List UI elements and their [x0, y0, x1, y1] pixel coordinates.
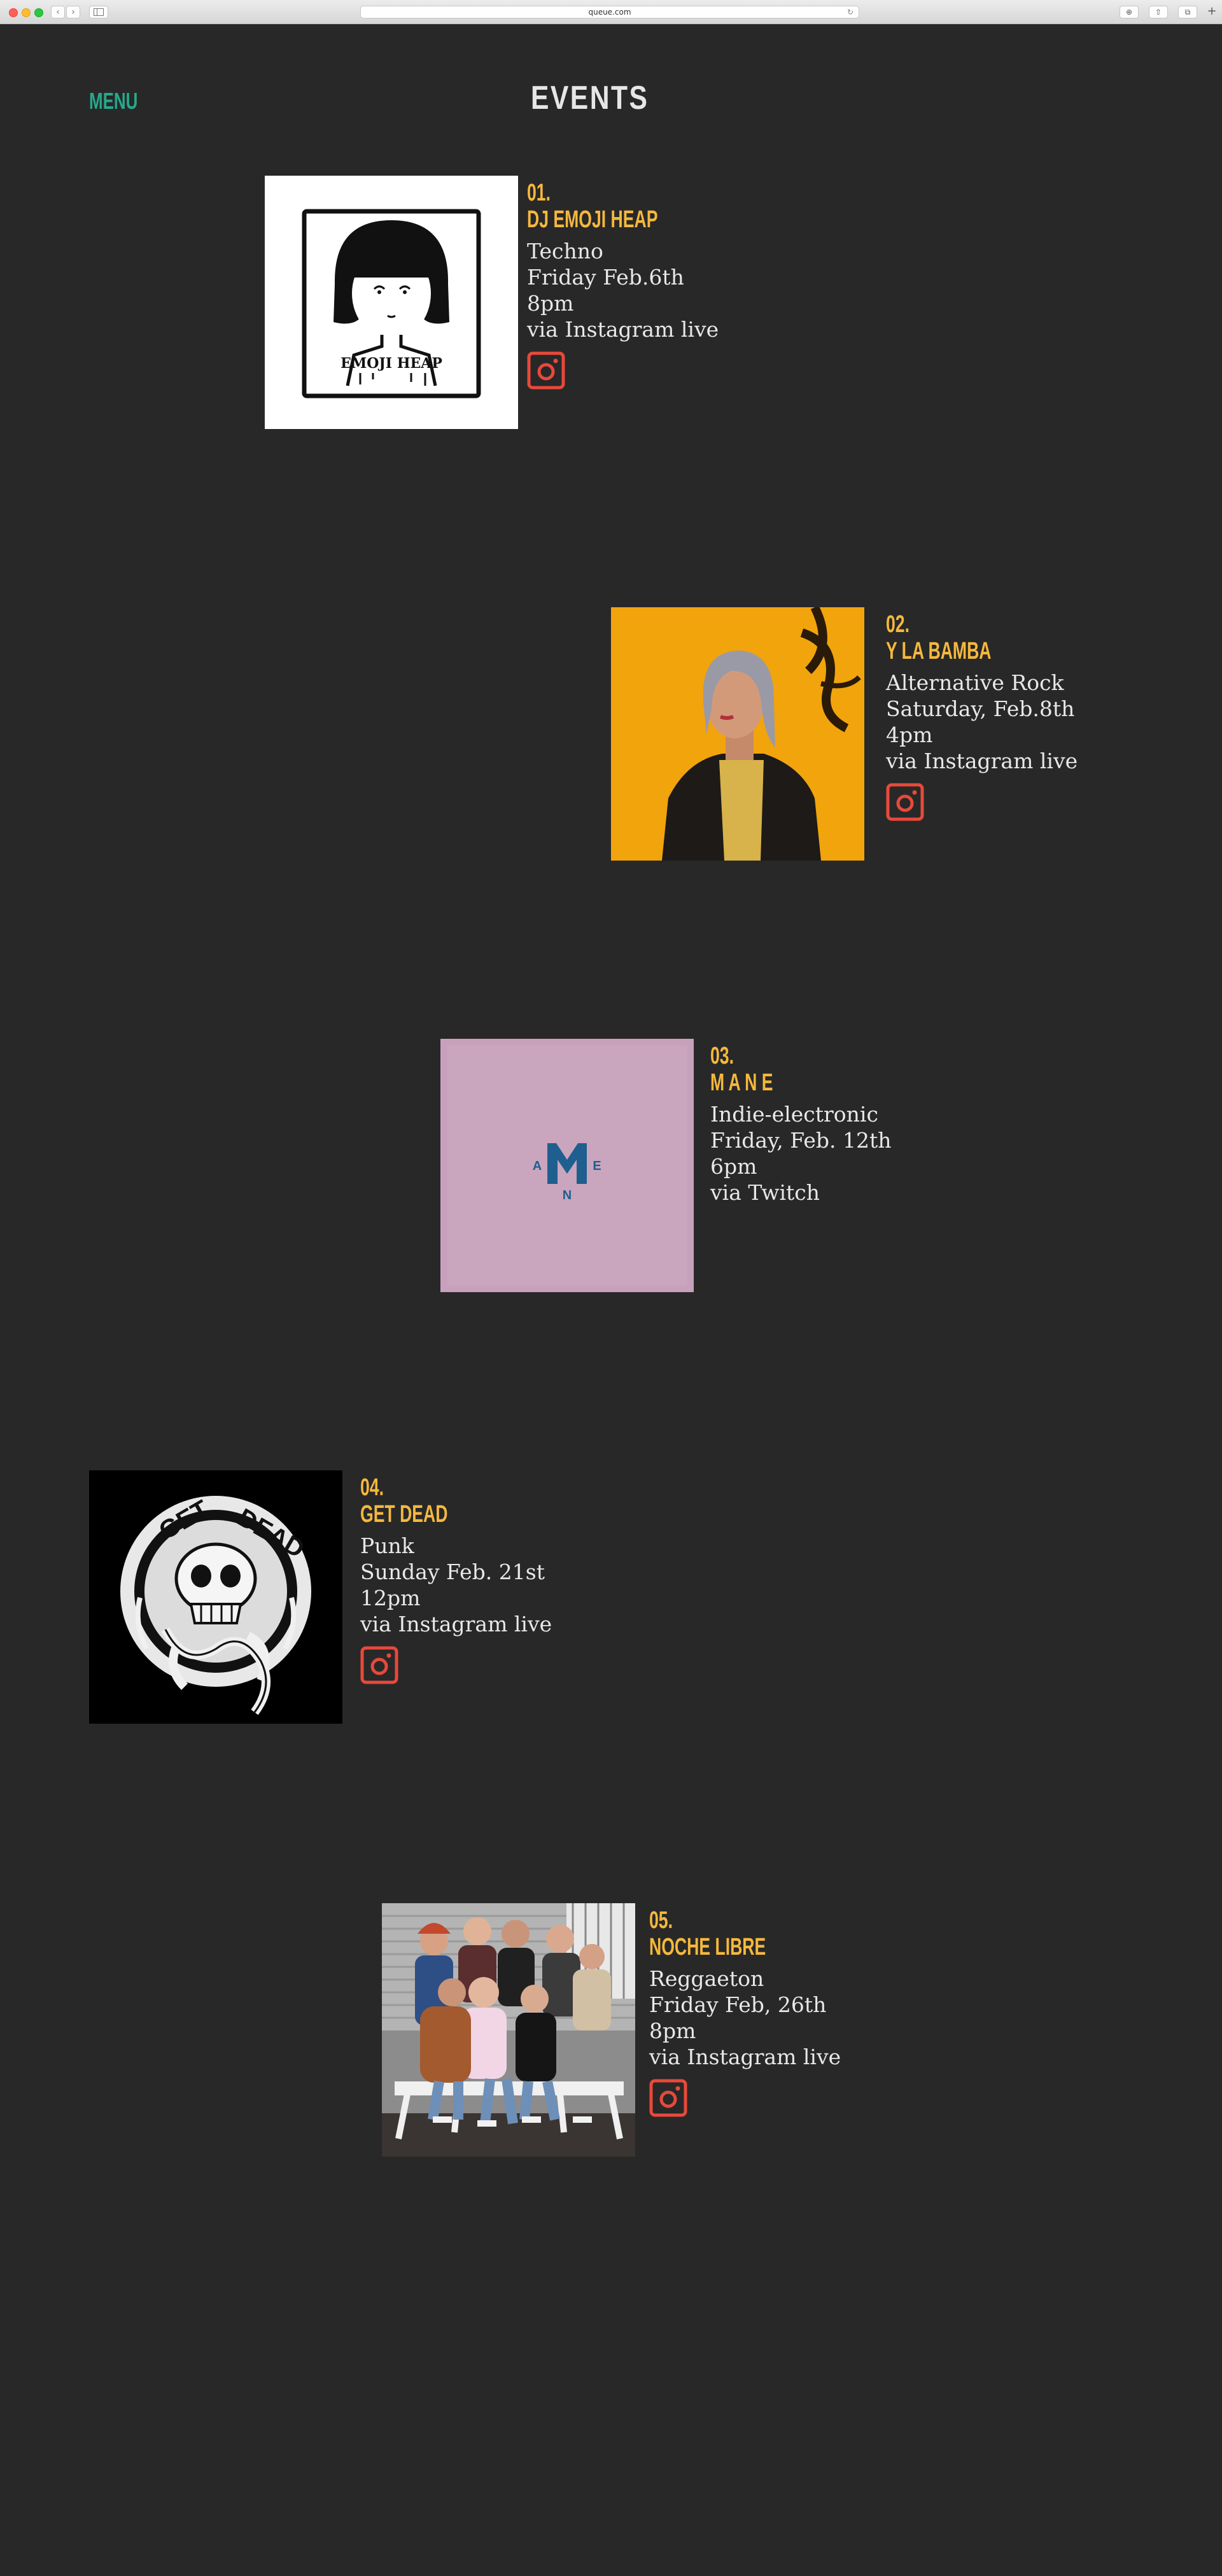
event-platform: via Instagram live	[649, 2045, 841, 2069]
event-number: 01.	[527, 179, 551, 206]
event-date: Saturday, Feb.8th	[886, 696, 1075, 721]
event-date: Friday, Feb. 12th	[710, 1128, 892, 1153]
event-date: Sunday Feb. 21st	[360, 1559, 545, 1584]
event-genre: Punk	[360, 1533, 414, 1558]
event-time: 6pm	[710, 1154, 757, 1179]
event-name: Y LA BAMBA	[886, 638, 992, 665]
instagram-icon[interactable]	[527, 351, 565, 390]
instagram-icon[interactable]	[886, 783, 924, 821]
event-number: 02.	[886, 611, 909, 638]
downloads-icon[interactable]: ⊕	[1120, 6, 1139, 18]
address-bar[interactable]: queue.com ↻	[360, 6, 859, 18]
new-tab-icon[interactable]: +	[1205, 6, 1219, 18]
event-platform: via Instagram live	[527, 317, 719, 342]
event-genre: Alternative Rock	[886, 670, 1064, 695]
event-number: 05.	[649, 1907, 673, 1934]
event-info: 03. M A N E Indie-electronic Friday, Feb…	[710, 1043, 1029, 1206]
event-platform: via Twitch	[710, 1180, 820, 1205]
url-text: queue.com	[588, 8, 631, 17]
browser-toolbar: ‹ › queue.com ↻ ⊕ ⇧ ⧉ +	[0, 0, 1222, 24]
event-platform: via Instagram live	[360, 1612, 552, 1636]
event-info: 02. Y LA BAMBA Alternative Rock Saturday…	[886, 611, 1204, 821]
event-genre: Indie-electronic	[710, 1102, 878, 1127]
share-icon[interactable]: ⇧	[1149, 6, 1168, 18]
event-name: M A N E	[710, 1069, 773, 1096]
logo-letter: N	[563, 1188, 572, 1202]
event-name: NOCHE LIBRE	[649, 1934, 766, 1960]
event-platform: via Instagram live	[886, 749, 1078, 773]
reload-icon[interactable]: ↻	[847, 6, 853, 18]
logo-letter: E	[593, 1159, 601, 1173]
menu-link[interactable]: MENU	[89, 88, 137, 115]
event-name: GET DEAD	[360, 1501, 448, 1528]
mane-logo: A E N	[440, 1039, 694, 1292]
event-time: 8pm	[527, 291, 574, 316]
event-image[interactable]: GET DEAD	[89, 1470, 342, 1724]
close-window-button[interactable]	[9, 8, 18, 17]
event-info: 01. DJ EMOJI HEAP Techno Friday Feb.6th …	[527, 179, 845, 390]
tabs-overview-icon[interactable]: ⧉	[1178, 6, 1197, 18]
event-info: 04. GET DEAD Punk Sunday Feb. 21st 12pm …	[360, 1474, 678, 1684]
event-time: 4pm	[886, 722, 933, 747]
event-date: Friday Feb.6th	[527, 265, 684, 290]
emoji-heap-shirt-text: EMOJI HEAP	[341, 355, 442, 372]
event-number: 04.	[360, 1474, 384, 1501]
event-genre: Techno	[527, 239, 603, 264]
sidebar-toggle-icon[interactable]	[89, 6, 108, 18]
event-time: 8pm	[649, 2018, 696, 2043]
minimize-window-button[interactable]	[22, 8, 31, 17]
event-info: 05. NOCHE LIBRE Reggaeton Friday Feb, 26…	[649, 1907, 967, 2117]
event-number: 03.	[710, 1043, 734, 1069]
zoom-window-button[interactable]	[34, 8, 43, 17]
event-image[interactable]	[611, 607, 864, 861]
event-date: Friday Feb, 26th	[649, 1992, 827, 2017]
event-genre: Reggaeton	[649, 1966, 764, 1991]
instagram-icon[interactable]	[360, 1646, 398, 1684]
event-time: 12pm	[360, 1586, 421, 1610]
logo-letter: A	[533, 1159, 542, 1173]
back-button[interactable]: ‹	[51, 6, 65, 18]
forward-button[interactable]: ›	[66, 6, 80, 18]
get-dead-skull-logo: GET DEAD	[89, 1470, 342, 1724]
page-title: EVENTS	[531, 80, 649, 116]
event-image[interactable]	[382, 1903, 635, 2157]
event-image[interactable]: EMOJI HEAP	[265, 176, 518, 429]
portrait-photo	[611, 607, 864, 861]
instagram-icon[interactable]	[649, 2079, 687, 2117]
emoji-heap-illustration: EMOJI HEAP	[302, 209, 481, 398]
band-group-photo	[382, 1903, 635, 2157]
event-image[interactable]: A E N	[440, 1039, 694, 1292]
event-name: DJ EMOJI HEAP	[527, 206, 658, 233]
